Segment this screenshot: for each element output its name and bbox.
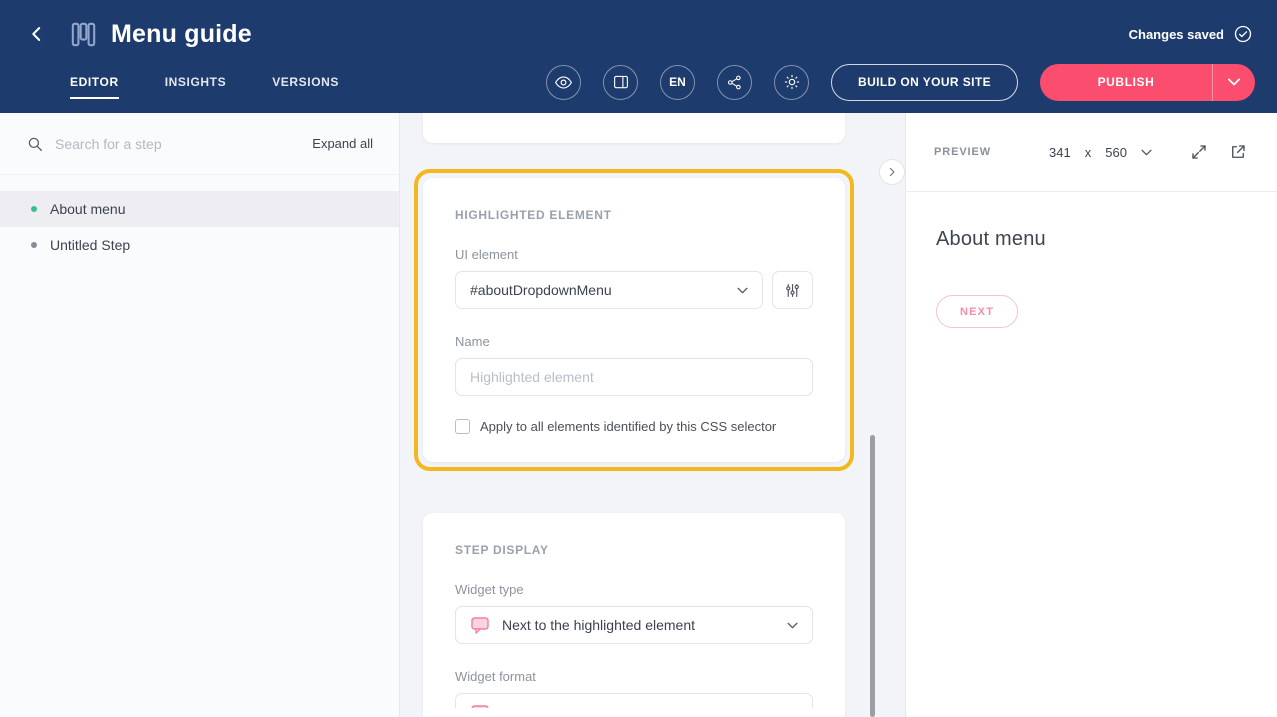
eye-icon bbox=[554, 73, 573, 92]
step-item-about-menu[interactable]: About menu bbox=[0, 191, 399, 227]
language-button[interactable]: EN bbox=[660, 65, 695, 100]
publish-button[interactable]: PUBLISH bbox=[1040, 64, 1212, 101]
build-on-your-site-button[interactable]: BUILD ON YOUR SITE bbox=[831, 64, 1018, 101]
widget-type-select[interactable]: Next to the highlighted element bbox=[455, 606, 813, 644]
preview-height-value: 560 bbox=[1105, 145, 1127, 160]
widget-format-label: Widget format bbox=[455, 669, 813, 684]
selector-settings-button[interactable] bbox=[772, 271, 813, 309]
topbar-actions: EN BUILD ON YOUR SITE PUBLISH bbox=[546, 64, 1255, 101]
chevron-down-icon bbox=[1228, 78, 1240, 86]
apply-all-checkbox-row[interactable]: Apply to all elements identified by this… bbox=[455, 419, 813, 434]
step-settings-panel: HIGHLIGHTED ELEMENT UI element #aboutDro… bbox=[400, 113, 905, 717]
expand-all-link[interactable]: Expand all bbox=[312, 136, 373, 151]
chevron-left-icon bbox=[28, 25, 46, 43]
expand-icon bbox=[1190, 143, 1208, 161]
highlighted-element-card: HIGHLIGHTED ELEMENT UI element #aboutDro… bbox=[423, 178, 845, 462]
share-icon bbox=[726, 74, 743, 91]
preview-size-separator: x bbox=[1085, 145, 1092, 160]
step-display-card: STEP DISPLAY Widget type Next to the hig… bbox=[423, 513, 845, 717]
tab-insights[interactable]: INSIGHTS bbox=[165, 58, 226, 106]
tooltip-widget-icon bbox=[470, 615, 490, 635]
highlighted-section-ring: HIGHLIGHTED ELEMENT UI element #aboutDro… bbox=[414, 169, 854, 471]
gear-icon bbox=[783, 73, 801, 91]
preview-open-new-tab-button[interactable] bbox=[1227, 141, 1249, 163]
preview-eye-button[interactable] bbox=[546, 65, 581, 100]
topbar-tabs: EDITOR INSIGHTS VERSIONS bbox=[70, 58, 339, 106]
preview-panel: PREVIEW 341 x 560 Abo bbox=[905, 113, 1277, 717]
ui-element-select[interactable]: #aboutDropdownMenu bbox=[455, 271, 763, 309]
chevron-down-icon bbox=[737, 287, 748, 294]
name-label: Name bbox=[455, 334, 813, 349]
previous-settings-card-partial bbox=[423, 113, 845, 143]
step-search-row: Expand all bbox=[0, 113, 399, 175]
preview-width-value: 341 bbox=[1049, 145, 1071, 160]
widget-format-select-partial[interactable] bbox=[455, 693, 813, 708]
preview-size-dropdown[interactable]: 341 x 560 bbox=[1049, 145, 1152, 160]
app-logo-icon bbox=[70, 21, 97, 48]
tooltip-widget-icon bbox=[470, 703, 786, 708]
tune-sliders-icon bbox=[784, 282, 801, 299]
step-bullet-icon bbox=[31, 206, 37, 212]
publish-dropdown-button[interactable] bbox=[1212, 64, 1255, 101]
step-list: About menu Untitled Step bbox=[0, 191, 399, 263]
apply-all-checkbox[interactable] bbox=[455, 419, 470, 434]
topbar-row-tools: EDITOR INSIGHTS VERSIONS EN bbox=[0, 58, 1277, 106]
ui-element-label: UI element bbox=[455, 247, 813, 262]
preview-step-title: About menu bbox=[936, 228, 1247, 251]
share-button[interactable] bbox=[717, 65, 752, 100]
page-title: Menu guide bbox=[111, 20, 252, 49]
tab-editor[interactable]: EDITOR bbox=[70, 58, 119, 106]
chevron-down-icon bbox=[787, 622, 798, 629]
topbar-row-title: Menu guide Changes saved bbox=[0, 0, 1277, 58]
layout-icon bbox=[612, 73, 630, 91]
ui-element-value: #aboutDropdownMenu bbox=[470, 282, 612, 298]
apply-all-label: Apply to all elements identified by this… bbox=[480, 419, 776, 434]
preview-body: About menu NEXT bbox=[906, 192, 1277, 364]
step-search-input[interactable] bbox=[55, 136, 301, 152]
preview-title-label: PREVIEW bbox=[934, 146, 991, 158]
step-label: About menu bbox=[50, 201, 126, 217]
preview-fullscreen-button[interactable] bbox=[1188, 141, 1210, 163]
step-item-untitled[interactable]: Untitled Step bbox=[0, 227, 399, 263]
steps-sidebar: Expand all About menu Untitled Step bbox=[0, 113, 400, 717]
chevron-right-icon bbox=[886, 166, 898, 178]
highlighted-element-name-input[interactable] bbox=[455, 358, 813, 396]
topbar: Menu guide Changes saved EDITOR INSIGHTS… bbox=[0, 0, 1277, 113]
widget-type-value: Next to the highlighted element bbox=[502, 617, 695, 633]
preview-collapse-button[interactable] bbox=[879, 159, 905, 185]
section-title: STEP DISPLAY bbox=[455, 543, 813, 557]
preview-header-icons bbox=[1188, 141, 1249, 163]
tab-versions[interactable]: VERSIONS bbox=[272, 58, 339, 106]
step-bullet-icon bbox=[31, 242, 37, 248]
widget-type-label: Widget type bbox=[455, 582, 813, 597]
step-label: Untitled Step bbox=[50, 237, 130, 253]
changes-saved-status: Changes saved bbox=[1129, 24, 1253, 44]
section-title: HIGHLIGHTED ELEMENT bbox=[455, 208, 813, 222]
ui-element-row: #aboutDropdownMenu bbox=[455, 271, 813, 309]
content-scrollbar[interactable] bbox=[870, 435, 875, 717]
preview-next-button[interactable]: NEXT bbox=[936, 295, 1018, 328]
check-circle-icon bbox=[1233, 24, 1253, 44]
changes-saved-label: Changes saved bbox=[1129, 27, 1224, 42]
language-label: EN bbox=[669, 75, 686, 89]
settings-button[interactable] bbox=[774, 65, 809, 100]
publish-button-group: PUBLISH bbox=[1040, 64, 1255, 101]
search-icon bbox=[26, 135, 44, 153]
back-button[interactable] bbox=[24, 21, 50, 47]
open-in-new-icon bbox=[1229, 143, 1247, 161]
layout-button[interactable] bbox=[603, 65, 638, 100]
preview-header: PREVIEW 341 x 560 bbox=[906, 113, 1277, 192]
chevron-down-icon bbox=[1141, 149, 1152, 156]
